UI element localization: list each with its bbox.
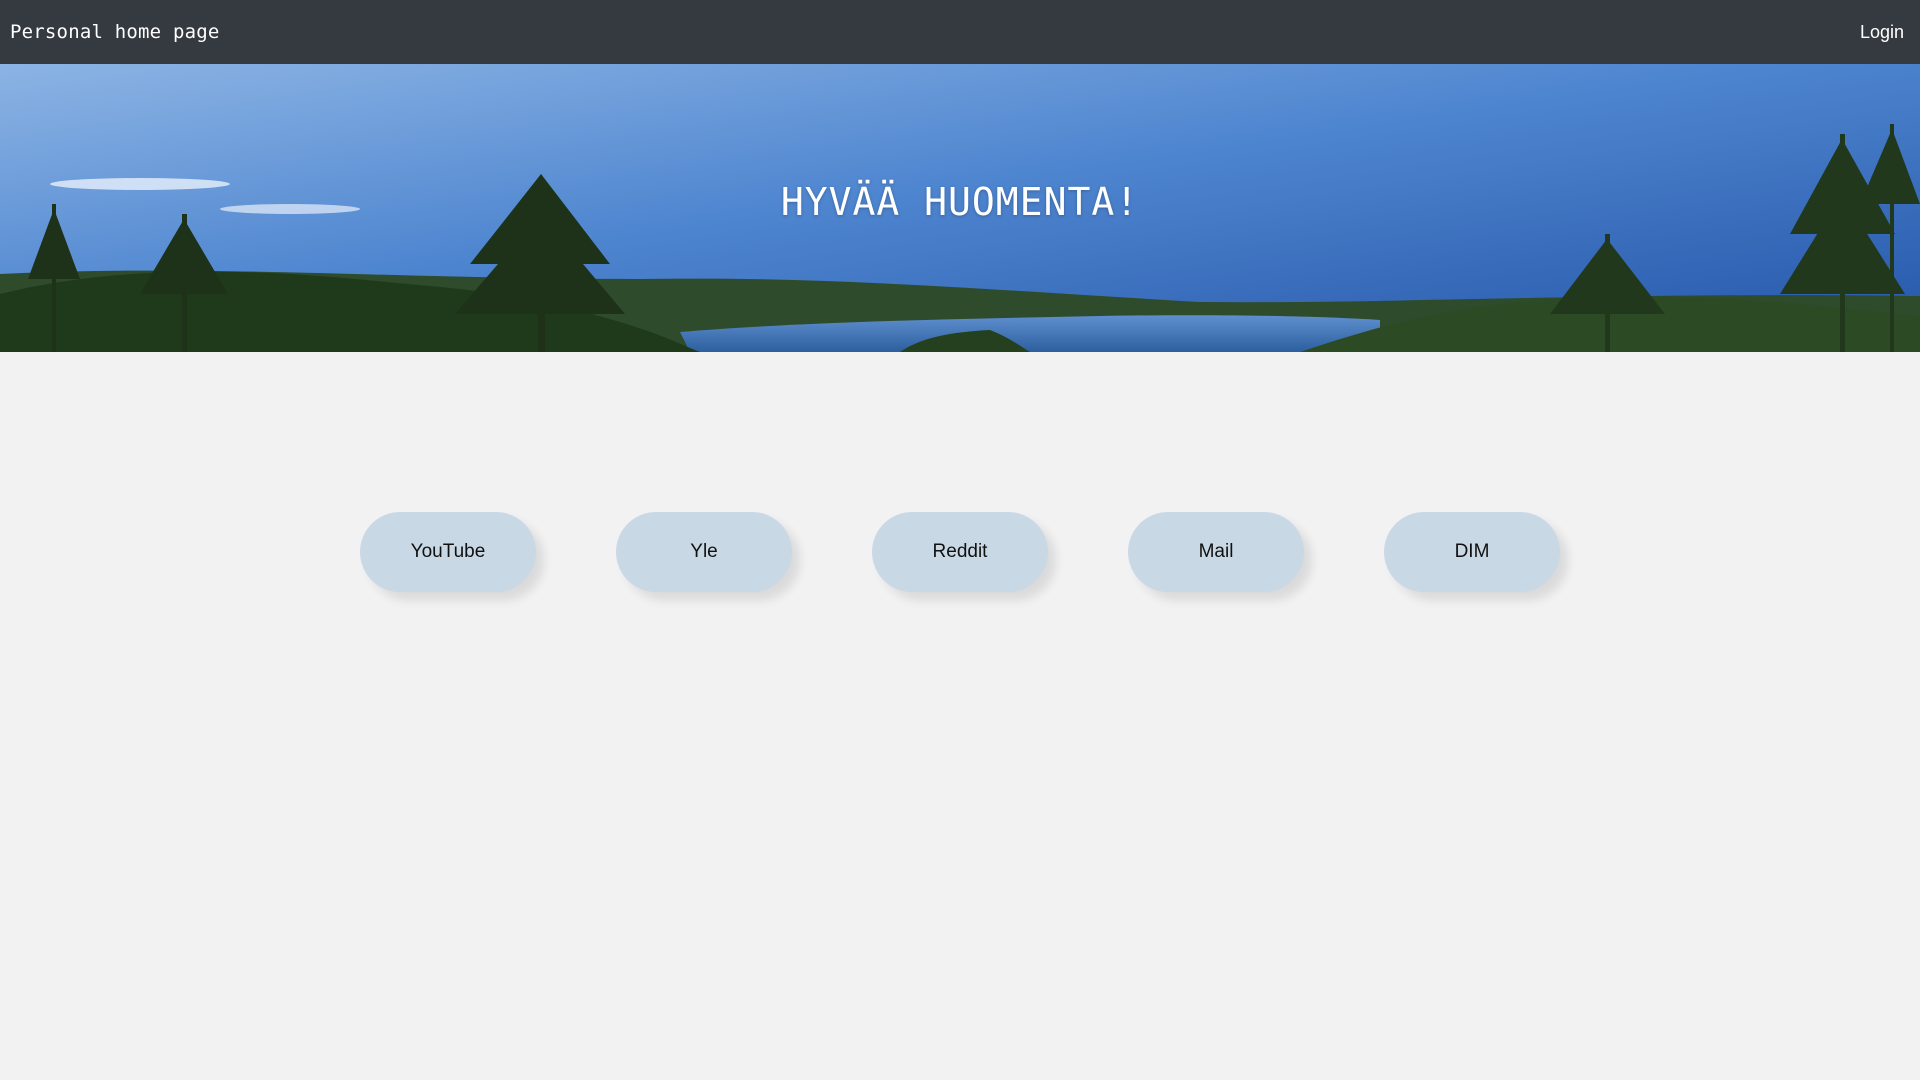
youtube-link-button[interactable]: YouTube: [360, 512, 536, 592]
mail-link-button[interactable]: Mail: [1128, 512, 1304, 592]
login-link[interactable]: Login: [1860, 22, 1904, 43]
yle-link-button[interactable]: Yle: [616, 512, 792, 592]
quick-links: YouTube Yle Reddit Mail DIM: [0, 512, 1920, 592]
reddit-link-button[interactable]: Reddit: [872, 512, 1048, 592]
dim-link-button[interactable]: DIM: [1384, 512, 1560, 592]
top-navbar: Personal home page Login: [0, 0, 1920, 64]
hero-greeting-title: HYVÄÄ HUOMENTA!: [780, 180, 1140, 224]
site-brand[interactable]: Personal home page: [10, 21, 220, 43]
hero-banner: HYVÄÄ HUOMENTA!: [0, 64, 1920, 352]
